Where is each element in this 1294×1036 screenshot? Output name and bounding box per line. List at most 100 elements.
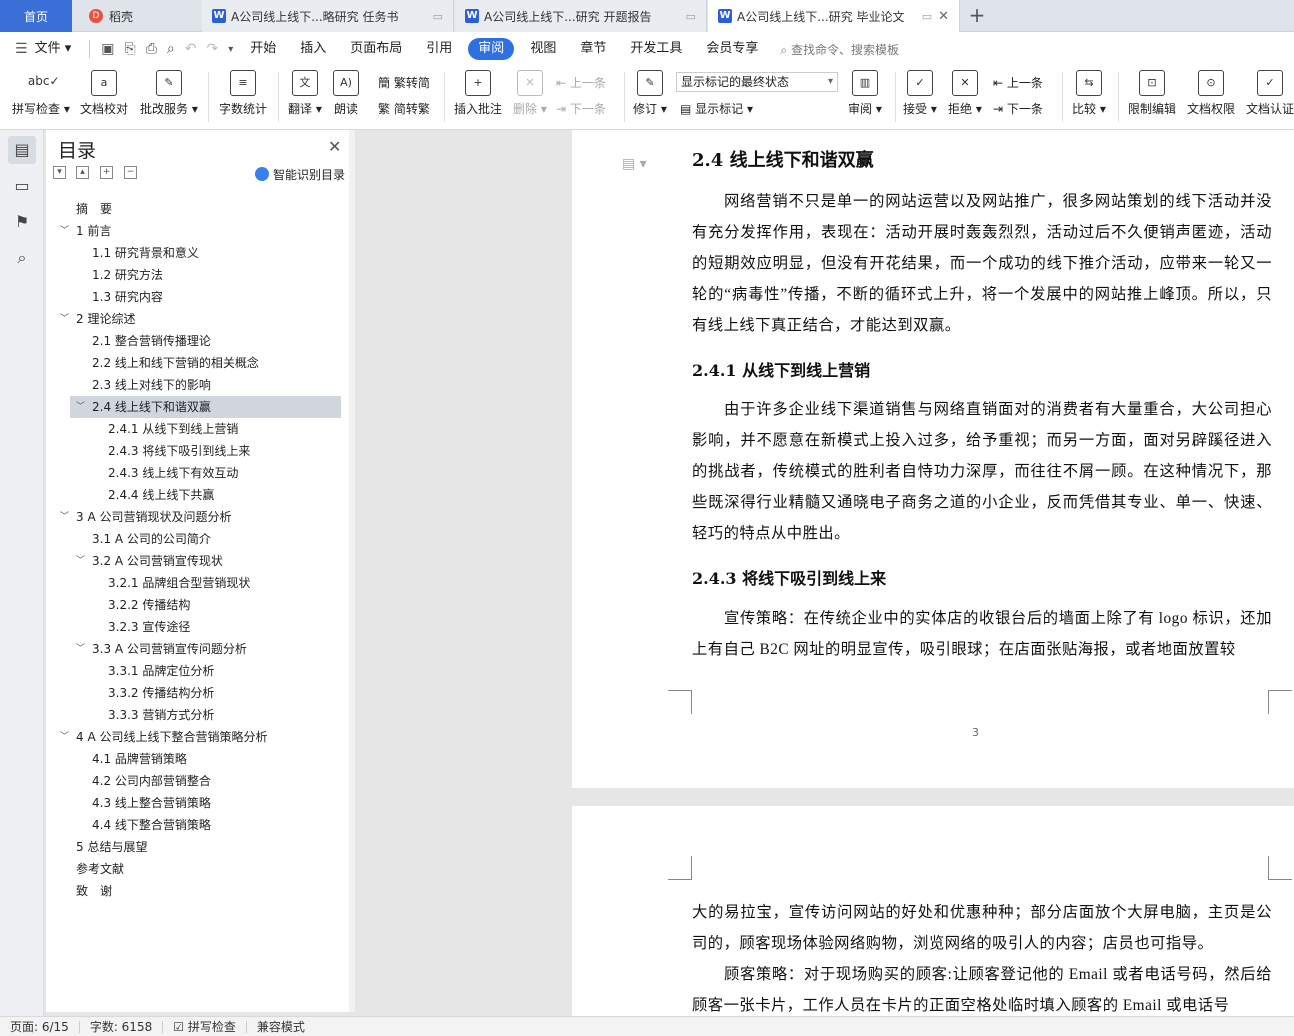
- menu-member[interactable]: 会员专享: [694, 38, 770, 60]
- compare-button[interactable]: ⇆ 比较 ▾: [1072, 70, 1106, 117]
- doc-certification-button[interactable]: ✓ 文档认证: [1246, 70, 1294, 117]
- menu-references[interactable]: 引用: [414, 38, 464, 60]
- chevron-down-icon[interactable]: ﹀: [60, 506, 69, 528]
- spell-check-toggle[interactable]: ☑ 拼写检查: [163, 1018, 246, 1035]
- toc-icon[interactable]: ▤: [8, 136, 36, 164]
- toc-item[interactable]: 1.3 研究内容: [46, 286, 351, 308]
- toc-item[interactable]: ﹀ 2 理论综述: [46, 308, 351, 330]
- hamburger-icon[interactable]: ☰: [10, 41, 33, 57]
- menu-home[interactable]: 开始: [238, 38, 288, 60]
- toc-item[interactable]: 3.3.3 营销方式分析: [46, 704, 351, 726]
- smart-toc-button[interactable]: 智能识别目录: [255, 166, 345, 183]
- accept-button[interactable]: ✓ 接受 ▾: [903, 70, 937, 117]
- export-icon[interactable]: ⎘: [119, 41, 140, 57]
- expand-up-icon[interactable]: ▴: [76, 166, 89, 179]
- chapter-icon[interactable]: ▭: [8, 172, 36, 200]
- toc-item[interactable]: 摘 要: [46, 198, 351, 220]
- tab-doc-task[interactable]: W A公司线上线下...略研究 任务书 ▭: [202, 0, 454, 32]
- track-changes-button[interactable]: ✎ 修订 ▾: [633, 70, 667, 117]
- toc-item[interactable]: 4.4 线下整合营销策略: [46, 814, 351, 836]
- toc-item[interactable]: 参考文献: [46, 858, 351, 880]
- doc-permission-button[interactable]: ⊙ 文档权限: [1187, 70, 1235, 117]
- new-tab-button[interactable]: +: [965, 4, 989, 28]
- word-count-button[interactable]: ≡ 字数统计: [219, 70, 267, 117]
- print-icon[interactable]: ⎙: [141, 41, 162, 57]
- toc-item[interactable]: 5 总结与展望: [46, 836, 351, 858]
- tab-doc-thesis[interactable]: W A公司线上线下...研究 毕业论文 ▭ ✕: [708, 0, 960, 32]
- review-pane-button[interactable]: ▥ 审阅 ▾: [848, 70, 882, 117]
- proofread-button[interactable]: a 文档校对: [80, 70, 128, 117]
- chevron-down-icon[interactable]: ﹀: [60, 308, 69, 330]
- toc-item[interactable]: 4.3 线上整合营销策略: [46, 792, 351, 814]
- toc-item[interactable]: 3.1 A 公司的公司简介: [46, 528, 351, 550]
- tab-doc-proposal[interactable]: W A公司线上线下...研究 开题报告 ▭: [455, 0, 707, 32]
- toc-item[interactable]: 1.1 研究背景和意义: [46, 242, 351, 264]
- toc-item[interactable]: 3.3.1 品牌定位分析: [46, 660, 351, 682]
- delete-comment-button[interactable]: ✕ 删除 ▾: [513, 70, 547, 117]
- read-aloud-button[interactable]: A) 朗读: [333, 70, 359, 117]
- trad-to-simp-button[interactable]: 簡 繁转简: [378, 74, 430, 91]
- word-count[interactable]: 字数: 6158: [80, 1018, 162, 1035]
- toc-item[interactable]: 2.4.4 线上线下共赢: [46, 484, 351, 506]
- close-icon[interactable]: ✕: [328, 137, 341, 156]
- collapse-all-icon[interactable]: ▾: [53, 166, 66, 179]
- restrict-editing-button[interactable]: ⊡ 限制编辑: [1128, 70, 1176, 117]
- show-markup-button[interactable]: ▤ 显示标记 ▾: [680, 100, 753, 117]
- insert-comment-button[interactable]: + 插入批注: [454, 70, 502, 117]
- toc-item[interactable]: 3.2.2 传播结构: [46, 594, 351, 616]
- menu-file[interactable]: 文件 ▾: [33, 38, 84, 60]
- toc-item[interactable]: ﹀ 1 前言: [46, 220, 351, 242]
- tab-home[interactable]: 首页: [0, 0, 72, 32]
- toc-item[interactable]: 1.2 研究方法: [46, 264, 351, 286]
- toc-scrollbar[interactable]: [349, 130, 355, 1012]
- toc-item[interactable]: ﹀ 3.2 A 公司营销宣传现状: [46, 550, 351, 572]
- correction-service-button[interactable]: ✎ 批改服务 ▾: [140, 70, 198, 117]
- chevron-down-icon[interactable]: ﹀: [76, 396, 85, 418]
- add-entry-icon[interactable]: +: [100, 166, 113, 179]
- prev-change-button[interactable]: ⇤ 上一条: [993, 74, 1043, 91]
- menu-review[interactable]: 审阅: [468, 38, 515, 60]
- preview-icon[interactable]: ⌕: [162, 41, 180, 57]
- toc-item[interactable]: 4.1 品牌营销策略: [46, 748, 351, 770]
- chevron-down-icon[interactable]: ﹀: [60, 220, 69, 242]
- doc-format-icon[interactable]: ▤ ▾: [622, 156, 647, 172]
- customize-icon[interactable]: ▾: [223, 44, 238, 55]
- toc-item[interactable]: ﹀ 3 A 公司营销现状及问题分析: [46, 506, 351, 528]
- monitor-icon[interactable]: ▭: [433, 10, 443, 23]
- next-comment-button[interactable]: ⇥ 下一条: [556, 100, 606, 117]
- reject-button[interactable]: ✕ 拒绝 ▾: [948, 70, 982, 117]
- toc-item[interactable]: 2.4.3 将线下吸引到线上来: [46, 440, 351, 462]
- translate-button[interactable]: 文翻译 ▾: [288, 70, 322, 117]
- redo-icon[interactable]: ↷: [201, 41, 223, 57]
- page-indicator[interactable]: 页面: 6/15: [0, 1018, 79, 1035]
- toc-item[interactable]: 2.1 整合营销传播理论: [46, 330, 351, 352]
- toc-item[interactable]: 3.2.1 品牌组合型营销现状: [46, 572, 351, 594]
- toc-item[interactable]: 致 谢: [46, 880, 351, 902]
- toc-item[interactable]: 4.2 公司内部营销整合: [46, 770, 351, 792]
- toc-item[interactable]: 2.2 线上和线下营销的相关概念: [46, 352, 351, 374]
- chevron-down-icon[interactable]: ﹀: [60, 726, 69, 748]
- menu-developer[interactable]: 开发工具: [618, 38, 694, 60]
- menu-insert[interactable]: 插入: [288, 38, 338, 60]
- bookmark-icon[interactable]: ⚑: [8, 208, 36, 236]
- toc-item[interactable]: ﹀ 3.3 A 公司营销宣传问题分析: [46, 638, 351, 660]
- simp-to-trad-button[interactable]: 繁 简转繁: [378, 100, 430, 117]
- menu-view[interactable]: 视图: [518, 38, 568, 60]
- spell-check-button[interactable]: abc✓ 拼写检查 ▾: [12, 70, 70, 117]
- save-icon[interactable]: ▣: [96, 41, 119, 57]
- menu-layout[interactable]: 页面布局: [338, 38, 414, 60]
- toc-item[interactable]: ﹀ 4 A 公司线上线下整合营销策略分析: [46, 726, 351, 748]
- chevron-down-icon[interactable]: ﹀: [76, 638, 85, 660]
- toc-item[interactable]: 3.2.3 宣传途径: [46, 616, 351, 638]
- undo-icon[interactable]: ↶: [180, 41, 202, 57]
- tab-docer[interactable]: D 稻壳: [73, 0, 201, 32]
- prev-comment-button[interactable]: ⇤ 上一条: [556, 74, 606, 91]
- search-icon[interactable]: ⌕: [8, 244, 36, 272]
- menu-section[interactable]: 章节: [568, 38, 618, 60]
- toc-item[interactable]: ﹀ 2.4 线上线下和谐双赢: [70, 396, 341, 418]
- toc-item[interactable]: 2.3 线上对线下的影响: [46, 374, 351, 396]
- chevron-down-icon[interactable]: ﹀: [76, 550, 85, 572]
- monitor-icon[interactable]: ▭: [686, 10, 696, 23]
- command-search[interactable]: ⌕ 查找命令、搜索模板: [780, 41, 899, 58]
- close-tab-icon[interactable]: ✕: [938, 9, 949, 24]
